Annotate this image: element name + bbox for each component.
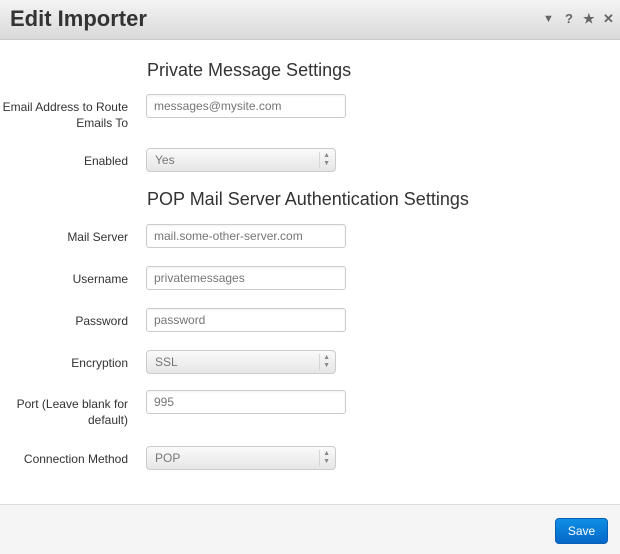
mail-server-input[interactable] bbox=[146, 224, 346, 248]
select-arrows-icon: ▲ ▼ bbox=[319, 450, 330, 466]
select-arrows-icon: ▲ ▼ bbox=[319, 152, 330, 168]
connection-method-select[interactable]: POP ▲ ▼ bbox=[146, 446, 336, 470]
close-icon[interactable]: ✕ bbox=[603, 11, 614, 27]
port-input[interactable] bbox=[146, 390, 346, 414]
section-heading-pop: POP Mail Server Authentication Settings bbox=[147, 189, 469, 209]
connection-method-value: POP bbox=[155, 451, 181, 465]
dialog-footer: Save bbox=[0, 504, 620, 554]
password-label: Password bbox=[75, 314, 128, 328]
enabled-label: Enabled bbox=[83, 154, 128, 168]
star-icon[interactable]: ★ bbox=[583, 11, 595, 27]
section-heading-private-message: Private Message Settings bbox=[147, 60, 352, 80]
password-input[interactable] bbox=[146, 308, 346, 332]
select-arrows-icon: ▲ ▼ bbox=[319, 354, 330, 370]
username-input[interactable] bbox=[146, 266, 346, 290]
enabled-value: Yes bbox=[155, 153, 175, 167]
username-label: Username bbox=[72, 272, 128, 286]
encryption-label: Encryption bbox=[71, 356, 128, 370]
collapse-icon[interactable]: ▼ bbox=[543, 13, 554, 25]
port-label: Port (Leave blank for default) bbox=[16, 397, 128, 427]
email-input[interactable] bbox=[146, 94, 346, 118]
connection-method-label: Connection Method bbox=[23, 452, 128, 466]
enabled-select[interactable]: Yes ▲ ▼ bbox=[146, 148, 336, 172]
help-icon[interactable]: ? bbox=[565, 11, 573, 26]
encryption-value: SSL bbox=[155, 355, 178, 369]
save-button[interactable]: Save bbox=[555, 518, 608, 544]
dialog-title: Edit Importer bbox=[10, 6, 147, 31]
email-label: Email Address to Route Emails To bbox=[2, 100, 128, 130]
mail-server-label: Mail Server bbox=[67, 230, 128, 244]
encryption-select[interactable]: SSL ▲ ▼ bbox=[146, 350, 336, 374]
dialog-header: Edit Importer ▼ ? ★ ✕ bbox=[0, 0, 620, 40]
